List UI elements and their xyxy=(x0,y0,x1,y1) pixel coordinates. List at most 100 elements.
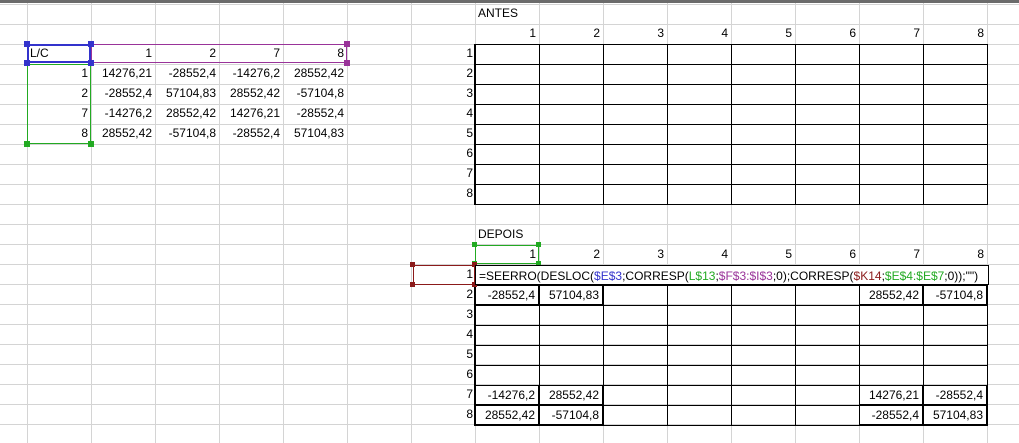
depois-row-header[interactable]: 4 xyxy=(445,325,475,344)
depois-data-cell[interactable]: -28552,4 xyxy=(475,285,539,305)
left-data-cell[interactable]: -28552,4 xyxy=(155,64,219,83)
depois-data-cell[interactable]: 28552,42 xyxy=(539,385,603,405)
depois-col-header[interactable]: 7 xyxy=(859,245,923,264)
left-data-cell[interactable]: -14276,2 xyxy=(91,104,155,123)
antes-row-divider xyxy=(475,84,987,85)
range-handle[interactable] xyxy=(24,141,30,147)
depois-data-cell[interactable]: -57104,8 xyxy=(923,285,987,305)
left-data-cell[interactable]: -28552,4 xyxy=(91,84,155,103)
antes-col-header[interactable]: 6 xyxy=(795,24,859,43)
antes-row-header[interactable]: 3 xyxy=(445,84,475,103)
range-handle[interactable] xyxy=(24,60,30,66)
left-data-cell[interactable]: -28552,4 xyxy=(219,124,283,143)
range-handle[interactable] xyxy=(88,41,94,47)
antes-row-divider xyxy=(475,124,987,125)
formula-token: =SEERRO(DESLOC( xyxy=(479,269,595,283)
depois-data-cell[interactable]: 28552,42 xyxy=(859,285,923,305)
range-highlight-blue xyxy=(27,44,91,63)
depois-row-header[interactable]: 7 xyxy=(445,385,475,404)
depois-data-cell[interactable]: 57104,83 xyxy=(539,285,603,305)
antes-row-header[interactable]: 2 xyxy=(445,64,475,83)
spreadsheet-grid[interactable]: L/C 1 2 7 8 1 14276,21 -28552,4 -14276,2 28552,42… xyxy=(0,0,1019,443)
depois-data-cell[interactable]: -28552,4 xyxy=(859,405,923,425)
antes-row-header[interactable]: 5 xyxy=(445,124,475,143)
range-handle[interactable] xyxy=(24,41,30,47)
formula-token: $K14 xyxy=(853,269,882,283)
range-handle[interactable] xyxy=(536,242,541,247)
antes-left-edge xyxy=(474,44,476,205)
formula-token: L$13 xyxy=(688,269,716,283)
depois-data-cell[interactable]: -14276,2 xyxy=(475,385,539,405)
depois-data-cell[interactable]: -57104,8 xyxy=(539,405,603,425)
antes-col-header[interactable]: 4 xyxy=(667,24,731,43)
left-data-cell[interactable]: 14276,21 xyxy=(219,104,283,123)
antes-row-divider xyxy=(475,104,987,105)
sheet-top-border xyxy=(0,0,1019,3)
depois-row-divider xyxy=(475,325,987,326)
range-highlight-darkred xyxy=(413,265,475,285)
antes-title[interactable]: ANTES xyxy=(475,4,518,23)
depois-row-divider xyxy=(475,305,987,306)
antes-row-header[interactable]: 8 xyxy=(445,184,475,203)
range-handle[interactable] xyxy=(88,141,94,147)
formula-edit-cell[interactable]: =SEERRO(DESLOC($E$3;CORRESP(L$13;$F$3:$I… xyxy=(475,265,989,285)
depois-row-divider xyxy=(475,345,987,346)
depois-data-cell[interactable]: 14276,21 xyxy=(859,385,923,405)
range-handle[interactable] xyxy=(472,242,477,247)
depois-col-header[interactable]: 2 xyxy=(539,245,603,264)
formula-token: $E$4:$E$7 xyxy=(884,269,945,283)
range-handle[interactable] xyxy=(410,282,415,287)
formula-token: ;0);CORRESP( xyxy=(772,269,854,283)
left-data-cell[interactable]: -57104,8 xyxy=(155,124,219,143)
depois-row-header[interactable]: 8 xyxy=(445,405,475,424)
left-data-cell[interactable]: -14276,2 xyxy=(219,64,283,83)
depois-row-divider xyxy=(475,365,987,366)
depois-row-header[interactable]: 2 xyxy=(445,285,475,304)
left-data-cell[interactable]: 28552,42 xyxy=(155,104,219,123)
range-handle[interactable] xyxy=(410,262,415,267)
formula-token: $E$3 xyxy=(594,269,623,283)
left-data-cell[interactable]: 57104,83 xyxy=(283,124,347,143)
depois-row-header[interactable]: 5 xyxy=(445,345,475,364)
depois-row-header[interactable]: 3 xyxy=(445,305,475,324)
antes-row-header[interactable]: 1 xyxy=(445,44,475,63)
antes-row-divider xyxy=(475,64,987,65)
left-data-cell[interactable]: -57104,8 xyxy=(283,84,347,103)
left-data-cell[interactable]: 28552,42 xyxy=(219,84,283,103)
antes-col-header[interactable]: 1 xyxy=(475,24,539,43)
formula-token: ;0));"") xyxy=(944,269,979,283)
left-data-cell[interactable]: 57104,83 xyxy=(155,84,219,103)
range-handle[interactable] xyxy=(344,60,350,66)
left-data-cell[interactable]: 28552,42 xyxy=(91,124,155,143)
antes-row-header[interactable]: 6 xyxy=(445,144,475,163)
range-highlight-green-header xyxy=(475,245,539,264)
depois-data-cell[interactable]: 57104,83 xyxy=(923,405,987,425)
antes-col-header[interactable]: 8 xyxy=(923,24,987,43)
depois-title[interactable]: DEPOIS xyxy=(475,225,523,244)
range-highlight-purple xyxy=(91,44,347,63)
formula-token: ;CORRESP( xyxy=(622,269,689,283)
depois-row-header[interactable]: 6 xyxy=(445,365,475,384)
antes-col-header[interactable]: 2 xyxy=(539,24,603,43)
antes-row-divider xyxy=(475,184,987,185)
depois-data-cell[interactable]: -28552,4 xyxy=(923,385,987,405)
antes-col-header[interactable]: 3 xyxy=(603,24,667,43)
antes-row-header[interactable]: 7 xyxy=(445,164,475,183)
depois-data-cell[interactable]: 28552,42 xyxy=(475,405,539,425)
depois-col-header[interactable]: 4 xyxy=(667,245,731,264)
antes-row-header[interactable]: 4 xyxy=(445,104,475,123)
range-highlight-green xyxy=(27,64,91,144)
antes-col-header[interactable]: 7 xyxy=(859,24,923,43)
depois-col-header[interactable]: 6 xyxy=(795,245,859,264)
left-data-cell[interactable]: 28552,42 xyxy=(283,64,347,83)
depois-left-edge xyxy=(474,265,476,426)
formula-token: $F$3:$I$3 xyxy=(718,269,773,283)
left-data-cell[interactable]: -28552,4 xyxy=(283,104,347,123)
depois-col-header[interactable]: 5 xyxy=(731,245,795,264)
antes-col-header[interactable]: 5 xyxy=(731,24,795,43)
range-handle[interactable] xyxy=(344,41,350,47)
depois-col-header[interactable]: 8 xyxy=(923,245,987,264)
depois-col-header[interactable]: 3 xyxy=(603,245,667,264)
left-data-cell[interactable]: 14276,21 xyxy=(91,64,155,83)
range-handle[interactable] xyxy=(88,60,94,66)
